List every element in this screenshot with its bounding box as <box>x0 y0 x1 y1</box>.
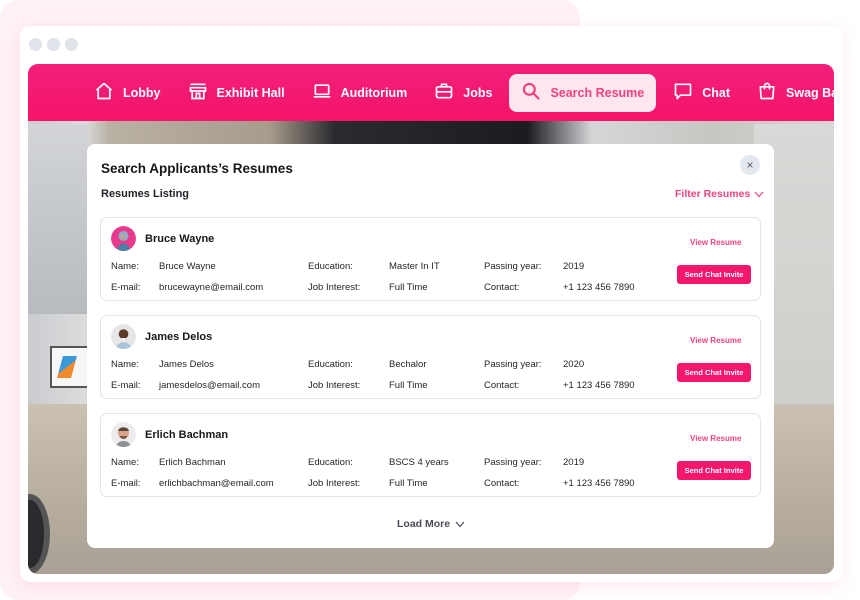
name-label: Name: <box>111 261 139 272</box>
job-interest-value: Full Time <box>389 282 428 293</box>
email-value: brucewayne@email.com <box>159 282 264 293</box>
education-value: Bechalor <box>389 359 427 370</box>
sign-logo-icon <box>57 356 77 378</box>
nav-item-auditorium[interactable]: Auditorium <box>302 74 418 112</box>
nav-item-label: Search Resume <box>550 85 645 100</box>
name-label: Name: <box>111 359 139 370</box>
send-chat-invite-button[interactable]: Send Chat Invite <box>677 363 751 382</box>
resume-card: Bruce Wayne Name: Bruce Wayne Education:… <box>100 217 761 301</box>
shopping-bag-icon <box>757 81 777 104</box>
search-resumes-panel: Search Applicants’s Resumes × Resumes Li… <box>87 144 774 548</box>
passing-year-label: Passing year: <box>484 457 542 468</box>
nav-item-swag-bag[interactable]: Swag Bag <box>747 74 834 112</box>
email-value: jamesdelos@email.com <box>159 380 260 391</box>
window-controls <box>29 38 78 51</box>
laptop-icon <box>312 81 332 104</box>
load-more-button[interactable]: Load More <box>397 518 465 530</box>
avatar <box>111 226 136 251</box>
chat-icon <box>673 81 693 104</box>
education-value: BSCS 4 years <box>389 457 449 468</box>
resumes-listing-heading: Resumes Listing <box>101 188 190 200</box>
scene-wall <box>28 124 88 314</box>
name-value: Bruce Wayne <box>159 261 216 272</box>
email-value: erlichbachman@email.com <box>159 478 274 489</box>
nav-item-jobs[interactable]: Jobs <box>424 74 502 112</box>
email-label: E-mail: <box>111 380 141 391</box>
store-icon <box>188 81 208 104</box>
contact-label: Contact: <box>484 282 520 293</box>
window-dot-minimize[interactable] <box>47 38 60 51</box>
job-interest-label: Job Interest: <box>308 282 361 293</box>
panel-title: Search Applicants’s Resumes <box>101 161 293 176</box>
candidate-name: Erlich Bachman <box>145 429 229 441</box>
nav-item-label: Chat <box>702 85 731 100</box>
contact-value: +1 123 456 7890 <box>563 282 635 293</box>
contact-value: +1 123 456 7890 <box>563 380 635 391</box>
avatar <box>111 324 136 349</box>
main-navbar: Lobby Exhibit Hall Auditorium Jobs Searc… <box>28 64 834 121</box>
nav-item-search-resume[interactable]: Search Resume <box>509 73 657 112</box>
close-button[interactable]: × <box>740 155 760 175</box>
candidate-name: James Delos <box>145 331 213 343</box>
nav-item-lobby[interactable]: Lobby <box>84 74 171 112</box>
home-icon <box>94 81 114 104</box>
passing-year-value: 2019 <box>563 261 585 272</box>
resume-card: James Delos Name: James Delos Education:… <box>100 315 761 399</box>
passing-year-label: Passing year: <box>484 261 542 272</box>
nav-item-label: Auditorium <box>340 85 408 100</box>
job-interest-label: Job Interest: <box>308 478 361 489</box>
window-dot-maximize[interactable] <box>65 38 78 51</box>
passing-year-label: Passing year: <box>484 359 542 370</box>
contact-label: Contact: <box>484 478 520 489</box>
passing-year-value: 2019 <box>563 457 585 468</box>
nav-item-chat[interactable]: Chat <box>663 74 740 112</box>
filter-label: Filter Resumes <box>675 188 751 200</box>
name-label: Name: <box>111 457 139 468</box>
name-value: Erlich Bachman <box>159 457 226 468</box>
name-value: James Delos <box>159 359 214 370</box>
window-dot-close[interactable] <box>29 38 42 51</box>
job-interest-label: Job Interest: <box>308 380 361 391</box>
view-resume-link[interactable]: View Resume <box>690 434 741 443</box>
load-more-label: Load More <box>397 518 451 530</box>
filter-resumes-dropdown[interactable]: Filter Resumes <box>675 188 764 200</box>
view-resume-link[interactable]: View Resume <box>690 336 741 345</box>
job-interest-value: Full Time <box>389 478 428 489</box>
education-value: Master In IT <box>389 261 440 272</box>
education-label: Education: <box>308 261 353 272</box>
avatar <box>111 422 136 447</box>
search-icon <box>521 81 541 104</box>
nav-item-exhibit-hall[interactable]: Exhibit Hall <box>178 74 295 112</box>
view-resume-link[interactable]: View Resume <box>690 238 741 247</box>
email-label: E-mail: <box>111 478 141 489</box>
close-icon: × <box>746 158 754 172</box>
candidate-name: Bruce Wayne <box>145 233 215 245</box>
nav-item-label: Lobby <box>123 85 161 100</box>
contact-value: +1 123 456 7890 <box>563 478 635 489</box>
education-label: Education: <box>308 359 353 370</box>
passing-year-value: 2020 <box>563 359 585 370</box>
briefcase-icon <box>434 81 454 104</box>
job-interest-value: Full Time <box>389 380 428 391</box>
chevron-down-icon <box>754 191 764 197</box>
send-chat-invite-button[interactable]: Send Chat Invite <box>677 461 751 480</box>
contact-label: Contact: <box>484 380 520 391</box>
nav-item-label: Exhibit Hall <box>216 85 285 100</box>
nav-item-label: Jobs <box>463 85 493 100</box>
email-label: E-mail: <box>111 282 141 293</box>
education-label: Education: <box>308 457 353 468</box>
chevron-down-icon <box>455 521 465 527</box>
resume-card: Erlich Bachman Name: Erlich Bachman Educ… <box>100 413 761 497</box>
nav-item-label: Swag Bag <box>786 85 834 100</box>
send-chat-invite-button[interactable]: Send Chat Invite <box>677 265 751 284</box>
